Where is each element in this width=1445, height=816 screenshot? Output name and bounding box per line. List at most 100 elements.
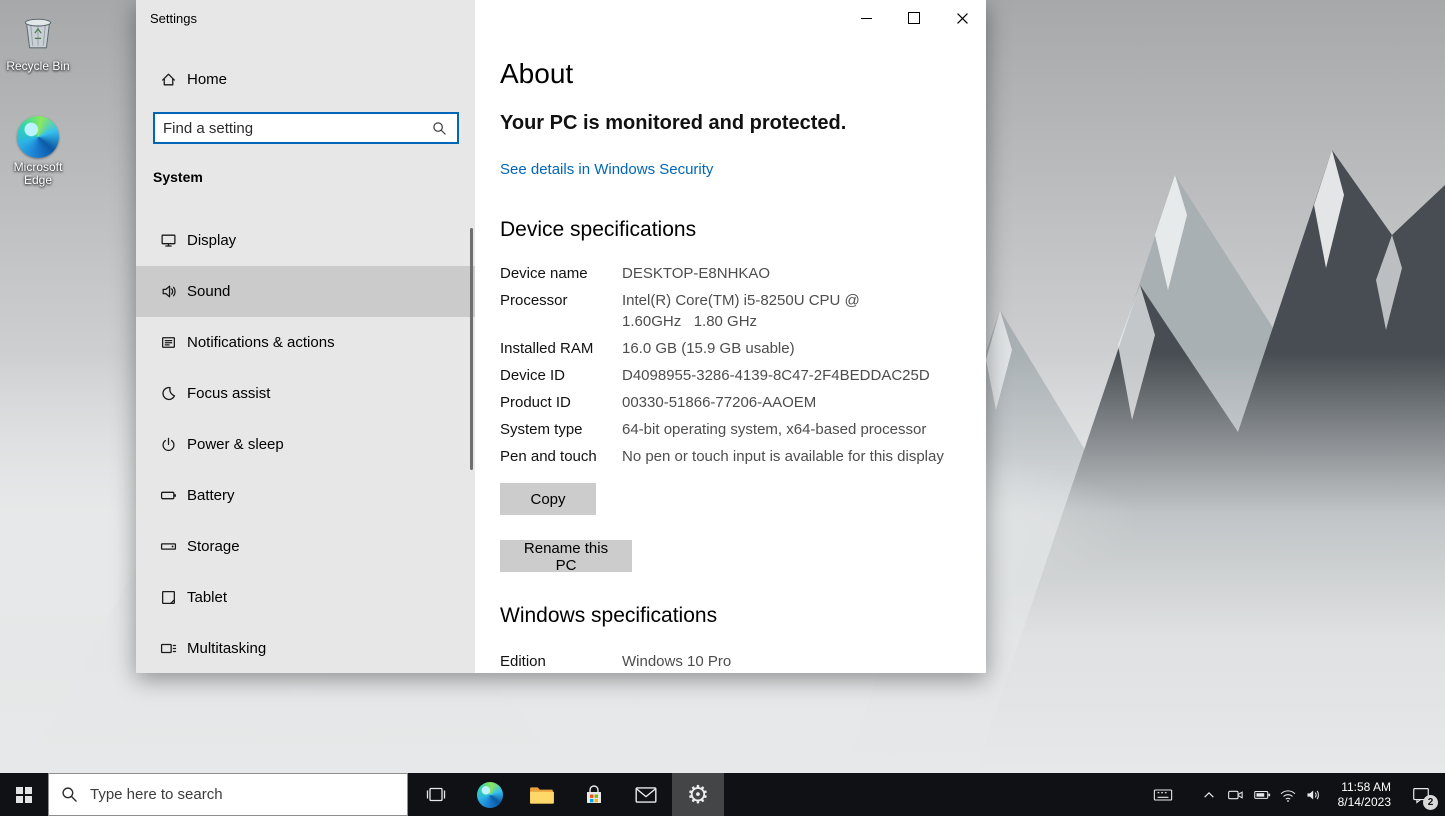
spec-value: 64-bit operating system, x64-based proce… [622,419,956,440]
camera-icon [1227,786,1245,804]
settings-window: Settings Home [136,0,986,673]
spec-label: Processor [500,290,622,332]
sidebar-item-power-sleep[interactable]: Power & sleep [136,419,475,470]
spec-label: Installed RAM [500,338,622,359]
spec-value: DESKTOP-E8NHKAO [622,263,956,284]
tray-spacer [1177,773,1195,816]
taskbar-app-file-explorer[interactable] [516,773,568,816]
sidebar-item-label: Sound [187,283,230,300]
spec-value: Windows 10 Pro [622,651,956,672]
sidebar-item-tablet[interactable]: Tablet [136,572,475,623]
minimize-icon [861,18,872,19]
taskbar-app-settings[interactable]: ⚙ [672,773,724,816]
settings-search-input[interactable] [155,120,432,137]
spec-label: Device name [500,263,622,284]
sidebar-item-multitasking[interactable]: Multitasking [136,623,475,674]
sidebar-item-label: Power & sleep [187,436,284,453]
touch-keyboard-icon [1153,785,1173,805]
volume-status[interactable] [1301,773,1327,816]
wifi-icon [1279,786,1297,804]
action-center-button[interactable]: 2 [1397,773,1445,816]
storage-icon [160,538,177,555]
search-icon [432,121,447,136]
taskbar-app-mail[interactable] [620,773,672,816]
sidebar-item-storage[interactable]: Storage [136,521,475,572]
system-tray: 11:58 AM 8/14/2023 2 [1149,773,1445,816]
windows-spec-table: Edition Windows 10 Pro [500,651,970,673]
windows-security-link[interactable]: See details in Windows Security [500,161,713,178]
spec-label: Device ID [500,365,622,386]
desktop-icon-microsoft-edge[interactable]: Microsoft Edge [2,116,74,187]
copy-button[interactable]: Copy [500,483,596,515]
sidebar-item-label: Focus assist [187,385,270,402]
show-hidden-icons-button[interactable] [1195,773,1223,816]
notifications-icon [160,334,177,351]
window-controls [842,0,986,36]
sidebar-item-focus-assist[interactable]: Focus assist [136,368,475,419]
device-spec-table: Device name DESKTOP-E8NHKAO Processor In… [500,263,970,473]
edge-icon [17,116,59,158]
display-icon [160,232,177,249]
spec-label: Edition [500,651,622,672]
taskbar: ⚙ [0,773,1445,816]
minimize-button[interactable] [842,0,890,36]
sidebar-scrollbar[interactable] [470,228,473,470]
taskbar-app-edge[interactable] [464,773,516,816]
sidebar-item-home[interactable]: Home [136,60,475,98]
taskbar-search-input[interactable] [88,785,395,804]
touch-keyboard-button[interactable] [1149,773,1177,816]
focus-assist-icon [160,385,177,402]
home-icon [160,71,177,88]
network-status[interactable] [1275,773,1301,816]
edge-icon [477,782,503,808]
spec-row-pen-touch: Pen and touch No pen or touch input is a… [500,446,970,467]
start-button[interactable] [0,773,48,816]
sidebar-item-label: Battery [187,487,235,504]
battery-icon [1253,785,1272,804]
meet-now-button[interactable] [1223,773,1249,816]
sidebar-section-system: System [153,169,203,185]
sidebar-item-battery[interactable]: Battery [136,470,475,521]
desktop-icon-label: Microsoft Edge [2,161,74,187]
volume-icon [1305,786,1323,804]
spec-value: 16.0 GB (15.9 GB usable) [622,338,956,359]
microsoft-store-icon [582,783,606,807]
close-button[interactable] [938,0,986,36]
sidebar-item-label: Storage [187,538,240,555]
windows-specifications-heading: Windows specifications [500,604,717,628]
spec-value: Intel(R) Core(TM) i5-8250U CPU @ 1.60GHz… [622,290,956,332]
desktop-icon-recycle-bin[interactable]: Recycle Bin [2,10,74,73]
battery-status[interactable] [1249,773,1275,816]
about-page: About Your PC is monitored and protected… [475,0,986,673]
chevron-up-icon [1201,787,1217,803]
power-icon [160,436,177,453]
rename-pc-button[interactable]: Rename this PC [500,540,632,572]
settings-search-box [153,112,459,144]
search-icon [61,786,78,803]
notification-badge: 2 [1423,795,1438,810]
taskbar-app-store[interactable] [568,773,620,816]
settings-sidebar: Home System Display [136,0,475,673]
spec-row-device-name: Device name DESKTOP-E8NHKAO [500,263,970,284]
desktop-icon-label: Recycle Bin [2,60,74,73]
page-title: About [500,58,573,90]
mail-icon [634,783,658,807]
sidebar-item-sound[interactable]: Sound [136,266,475,317]
sidebar-home-label: Home [187,71,227,88]
spec-value: No pen or touch input is available for t… [622,446,956,467]
task-view-icon [425,784,447,806]
tablet-icon [160,589,177,606]
taskbar-clock[interactable]: 11:58 AM 8/14/2023 [1327,773,1397,816]
protection-status: Your PC is monitored and protected. [500,112,846,135]
clock-time: 11:58 AM [1341,780,1391,795]
sidebar-item-notifications[interactable]: Notifications & actions [136,317,475,368]
spec-row-device-id: Device ID D4098955-3286-4139-8C47-2F4BED… [500,365,970,386]
sidebar-item-label: Multitasking [187,640,266,657]
close-icon [957,13,968,24]
task-view-button[interactable] [408,773,464,816]
taskbar-search-box [48,773,408,816]
multitasking-icon [160,640,177,657]
sidebar-item-display[interactable]: Display [136,215,475,266]
recycle-bin-icon [17,10,59,52]
maximize-button[interactable] [890,0,938,36]
